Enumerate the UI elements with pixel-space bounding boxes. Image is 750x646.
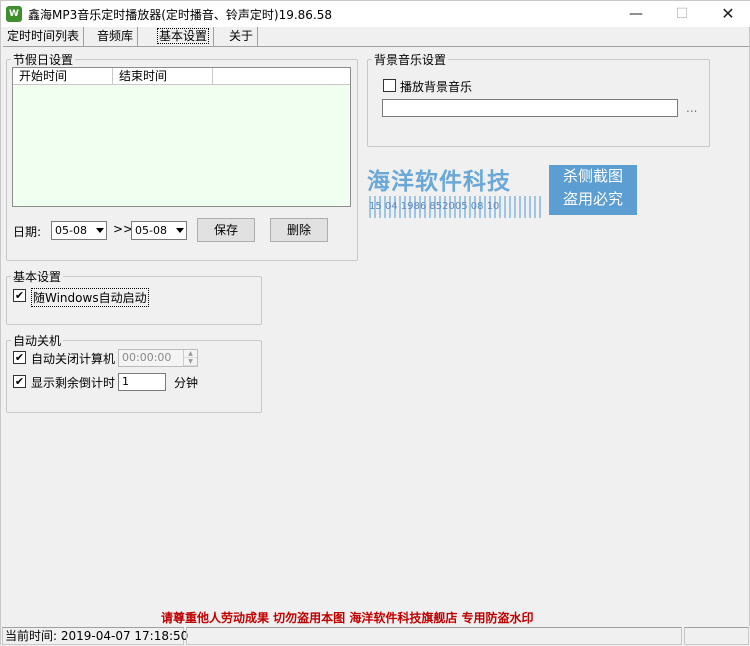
watermark-barcode: 15 04 1986 852005 08 10	[369, 196, 541, 218]
shutdown-time-input[interactable]: 00:00:00 ▲ ▼	[118, 349, 198, 367]
holiday-settings-title: 节假日设置	[13, 53, 74, 67]
time-spinner[interactable]: ▲ ▼	[183, 350, 197, 366]
tab-strip: 定时时间列表 音频库 基本设置 关于	[3, 27, 749, 47]
background-music-title: 背景音乐设置	[374, 53, 447, 67]
play-background-music-label: 播放背景音乐	[400, 80, 473, 94]
music-path-input[interactable]	[382, 99, 678, 117]
auto-shutdown-label: 自动关闭计算机	[31, 352, 116, 366]
column-end-time[interactable]: 结束时间	[113, 68, 213, 85]
status-panel-3	[684, 627, 749, 645]
app-icon: W	[6, 6, 22, 22]
tab-basic-settings[interactable]: 基本设置	[153, 27, 215, 47]
copyright-warning: 请尊重他人劳动成果 切勿盗用本图 海洋软件科技旗舰店 专用防盗水印	[161, 611, 534, 625]
watermark-logo: 海洋软件科技 15 04 1986 852005 08 10 杀侧截图 盗用必究	[367, 152, 647, 232]
window-title: 鑫海MP3音乐定时播放器(定时播音、铃声定时)19.86.58	[28, 8, 333, 22]
title-bar: W 鑫海MP3音乐定时播放器(定时播音、铃声定时)19.86.58 — ☐ ✕	[1, 1, 750, 27]
column-start-time[interactable]: 开始时间	[13, 68, 113, 85]
basic-settings-title: 基本设置	[13, 270, 62, 284]
app-window: W 鑫海MP3音乐定时播放器(定时播音、铃声定时)19.86.58 — ☐ ✕ …	[0, 0, 750, 646]
auto-shutdown-checkbox[interactable]: ✔	[13, 351, 26, 364]
auto-shutdown-title: 自动关机	[13, 334, 62, 348]
maximize-button[interactable]: ☐	[659, 1, 705, 27]
watermark-stamp: 杀侧截图 盗用必究	[549, 165, 637, 215]
tab-schedule-list[interactable]: 定时时间列表	[3, 27, 85, 47]
autostart-checkbox[interactable]: ✔	[13, 289, 26, 302]
minutes-label: 分钟	[174, 376, 199, 390]
end-date-select[interactable]: 05-08	[131, 221, 187, 240]
chevron-down-icon	[176, 228, 184, 233]
date-label: 日期:	[13, 225, 42, 239]
holiday-list[interactable]: 开始时间 结束时间	[12, 67, 351, 207]
spin-down-icon[interactable]: ▼	[184, 358, 197, 366]
browse-button[interactable]: ...	[686, 101, 697, 115]
save-button[interactable]: 保存	[197, 218, 255, 242]
countdown-label: 显示剩余倒计时	[31, 376, 116, 390]
countdown-minutes-input[interactable]: 1	[118, 373, 166, 391]
tab-about[interactable]: 关于	[225, 27, 259, 47]
countdown-checkbox[interactable]: ✔	[13, 375, 26, 388]
current-time-panel: 当前时间: 2019-04-07 17:18:50	[2, 627, 188, 645]
close-button[interactable]: ✕	[705, 1, 750, 27]
chevron-down-icon	[96, 228, 104, 233]
delete-button[interactable]: 删除	[270, 218, 328, 242]
status-panel-2	[186, 627, 682, 645]
minimize-button[interactable]: —	[613, 1, 659, 27]
autostart-label: 随Windows自动启动	[31, 288, 149, 307]
tab-audio-library[interactable]: 音频库	[93, 27, 139, 47]
holiday-list-header: 开始时间 结束时间	[13, 68, 350, 85]
watermark-title: 海洋软件科技	[367, 168, 511, 195]
spin-up-icon[interactable]: ▲	[184, 350, 197, 358]
play-background-music-checkbox[interactable]	[383, 79, 396, 92]
start-date-select[interactable]: 05-08	[51, 221, 107, 240]
status-bar: 当前时间: 2019-04-07 17:18:50	[1, 626, 750, 646]
